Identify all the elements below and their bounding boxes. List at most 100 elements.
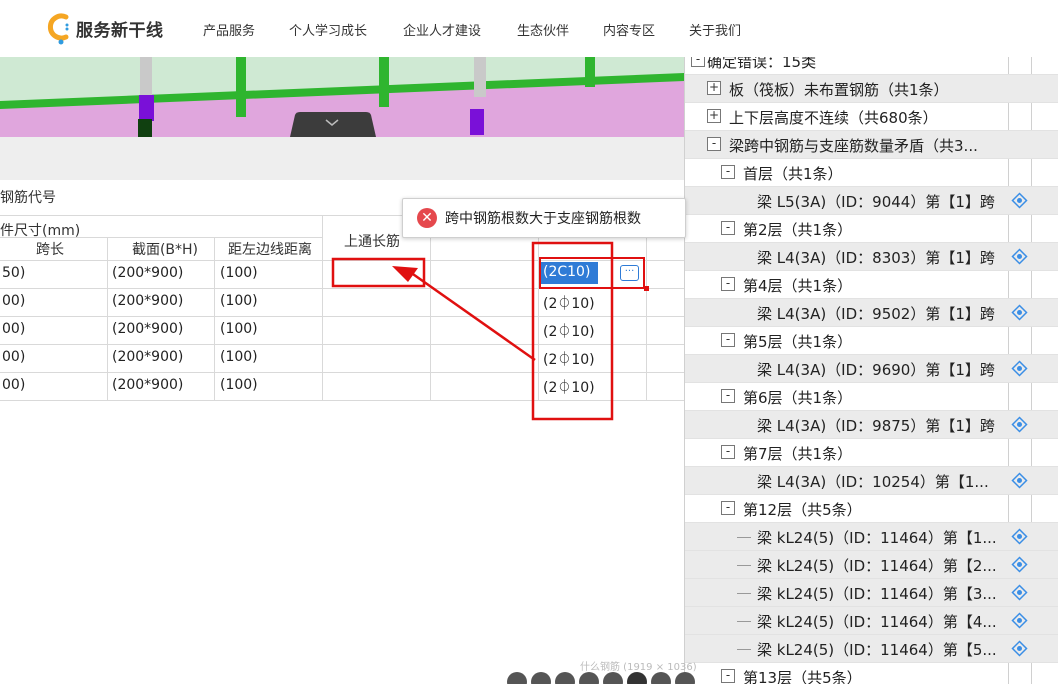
collapse-toggle[interactable]: -	[721, 389, 735, 403]
selected-rebar-cell[interactable]: (2C10)	[541, 262, 598, 284]
carousel-dot[interactable]	[507, 672, 527, 684]
locate-icon[interactable]	[1011, 192, 1028, 209]
tree-leaf-item[interactable]: 梁 kL24(5)（ID：11464）第【4...	[685, 607, 1058, 635]
drawing-canvas[interactable]	[0, 57, 684, 137]
tree-leaf-item[interactable]: 梁 kL24(5)（ID：11464）第【2...	[685, 551, 1058, 579]
cell-span[interactable]: 00)	[2, 377, 25, 393]
nav-item-products[interactable]: 产品服务	[203, 20, 255, 39]
locate-icon[interactable]	[1011, 248, 1028, 265]
collapse-toggle[interactable]: -	[721, 501, 735, 515]
tree-leaf-item[interactable]: 梁 L4(3A)（ID：10254）第【1...	[685, 467, 1058, 495]
locate-icon[interactable]	[1011, 612, 1028, 629]
tree-group-item[interactable]: - 第2层（共1条）	[685, 215, 1058, 243]
tree-leaf-item[interactable]: 梁 L4(3A)（ID：9690）第【1】跨	[685, 355, 1058, 383]
tree-group-item[interactable]: - 首层（共1条）	[685, 159, 1058, 187]
tree-item-label: 第2层（共1条）	[743, 221, 853, 239]
cell-edge[interactable]: (100)	[220, 293, 258, 309]
collapse-toggle[interactable]: -	[691, 57, 705, 67]
nav-item-enterprise-talent[interactable]: 企业人才建设	[403, 20, 481, 39]
tree-item-label: 第13层（共5条）	[743, 669, 862, 684]
collapse-toggle[interactable]: -	[721, 221, 735, 235]
tree-leaf-item[interactable]: 梁 L4(3A)（ID：9502）第【1】跨	[685, 299, 1058, 327]
carousel-dot[interactable]	[675, 672, 695, 684]
tree-group-item[interactable]: - 第5层（共1条）	[685, 327, 1058, 355]
tree-leaf-item[interactable]: 梁 L5(3A)（ID：9044）第【1】跨	[685, 187, 1058, 215]
collapse-toggle[interactable]: -	[721, 277, 735, 291]
tree-item-label: 第5层（共1条）	[743, 333, 853, 351]
cell-section[interactable]: (200*900)	[112, 321, 183, 337]
brand-logo[interactable]: 服务新干线	[46, 10, 164, 46]
nav-item-personal-growth[interactable]: 个人学习成长	[289, 20, 367, 39]
tree-leaf-item[interactable]: 梁 L4(3A)（ID：8303）第【1】跨	[685, 243, 1058, 271]
nav-item-content[interactable]: 内容专区	[603, 20, 655, 39]
carousel-dot[interactable]	[603, 672, 623, 684]
cell-section[interactable]: (200*900)	[112, 293, 183, 309]
tree-group-item[interactable]: + 板（筏板）未布置钢筋（共1条）	[685, 75, 1058, 103]
cell-section[interactable]: (200*900)	[112, 349, 183, 365]
tree-group-item[interactable]: - 第12层（共5条）	[685, 495, 1058, 523]
carousel-dot[interactable]	[531, 672, 551, 684]
carousel-dot[interactable]	[651, 672, 671, 684]
cell-rebar[interactable]: (2⏀10)	[543, 349, 595, 369]
tree-leaf-item[interactable]: 梁 kL24(5)（ID：11464）第【3...	[685, 579, 1058, 607]
tree-group-item[interactable]: - 第6层（共1条）	[685, 383, 1058, 411]
cell-edge[interactable]: (100)	[220, 377, 258, 393]
carousel-dot[interactable]	[627, 672, 647, 684]
tree-group-item[interactable]: - 第13层（共5条）	[685, 663, 1058, 684]
locate-icon[interactable]	[1011, 640, 1028, 657]
logo-icon	[47, 13, 69, 45]
locate-icon[interactable]	[1011, 304, 1028, 321]
collapse-toggle[interactable]: -	[721, 445, 735, 459]
tree-item-label: 梁 kL24(5)（ID：11464）第【4...	[757, 613, 997, 631]
cell-edge[interactable]: (100)	[220, 265, 258, 281]
collapse-toggle[interactable]: -	[721, 165, 735, 179]
col-header-span[interactable]: 跨长	[20, 239, 80, 259]
tree-item-label: 梁 kL24(5)（ID：11464）第【1...	[757, 529, 997, 547]
collapse-toggle[interactable]: -	[721, 333, 735, 347]
locate-icon[interactable]	[1011, 416, 1028, 433]
nav-item-about[interactable]: 关于我们	[689, 20, 741, 39]
table-title: 钢筋代号	[0, 190, 56, 206]
tree-item-label: 梁 L4(3A)（ID：9875）第【1】跨	[757, 417, 995, 435]
cell-span[interactable]: 00)	[2, 349, 25, 365]
cell-edge[interactable]: (100)	[220, 321, 258, 337]
cell-span[interactable]: 00)	[2, 293, 25, 309]
more-options-button[interactable]: ···	[620, 265, 639, 281]
tree-header-row[interactable]: - 确定错误：15类	[685, 57, 1058, 75]
expand-toggle[interactable]: +	[707, 81, 721, 95]
cell-rebar[interactable]: (2⏀10)	[543, 321, 595, 341]
locate-icon[interactable]	[1011, 556, 1028, 573]
collapse-toggle[interactable]: -	[707, 137, 721, 151]
cell-span[interactable]: 00)	[2, 321, 25, 337]
tree-group-item[interactable]: - 第4层（共1条）	[685, 271, 1058, 299]
tree-item-label: 梁 L4(3A)（ID：9690）第【1】跨	[757, 361, 995, 379]
carousel-dot[interactable]	[555, 672, 575, 684]
tree-leaf-item[interactable]: 梁 kL24(5)（ID：11464）第【5...	[685, 635, 1058, 663]
expand-toggle[interactable]: +	[707, 109, 721, 123]
cell-edge[interactable]: (100)	[220, 349, 258, 365]
error-tooltip: ✕ 跨中钢筋根数大于支座钢筋根数	[402, 198, 686, 238]
carousel-dot[interactable]	[579, 672, 599, 684]
tree-group-item[interactable]: - 梁跨中钢筋与支座筋数量矛盾（共3...	[685, 131, 1058, 159]
locate-icon[interactable]	[1011, 584, 1028, 601]
cell-section[interactable]: (200*900)	[112, 377, 183, 393]
tree-item-label: 梁 L5(3A)（ID：9044）第【1】跨	[757, 193, 995, 211]
tree-leaf-item[interactable]: 梁 L4(3A)（ID：9875）第【1】跨	[685, 411, 1058, 439]
tree-group-item[interactable]: + 上下层高度不连续（共680条）	[685, 103, 1058, 131]
rebar-table: 钢筋代号 件尺寸(mm) 跨长 截面(B*H) 距左边线距离 上通长筋 50) …	[0, 180, 684, 684]
tree-group-item[interactable]: - 第7层（共1条）	[685, 439, 1058, 467]
drawing-graphic	[0, 57, 684, 137]
nav-item-partners[interactable]: 生态伙伴	[517, 20, 569, 39]
col-header-section[interactable]: 截面(B*H)	[120, 239, 210, 259]
col-header-edge-distance[interactable]: 距左边线距离	[220, 239, 320, 259]
image-watermark: 什么钢筋 (1919 × 1036)	[580, 662, 697, 673]
cell-span[interactable]: 50)	[2, 265, 25, 281]
locate-icon[interactable]	[1011, 528, 1028, 545]
cell-section[interactable]: (200*900)	[112, 265, 183, 281]
locate-icon[interactable]	[1011, 472, 1028, 489]
cell-rebar[interactable]: (2⏀10)	[543, 293, 595, 313]
cell-rebar[interactable]: (2⏀10)	[543, 377, 595, 397]
tree-leaf-item[interactable]: 梁 kL24(5)（ID：11464）第【1...	[685, 523, 1058, 551]
collapse-toggle[interactable]: -	[721, 669, 735, 683]
locate-icon[interactable]	[1011, 360, 1028, 377]
